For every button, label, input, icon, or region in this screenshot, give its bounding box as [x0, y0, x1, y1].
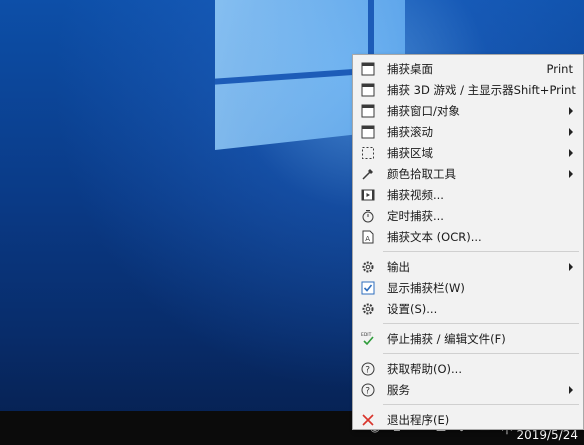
menu-item-label: 获取帮助(O)... — [387, 361, 462, 376]
gear-icon — [353, 256, 383, 277]
svg-text:?: ? — [365, 365, 370, 375]
menu-item[interactable]: 捕获视频... — [353, 184, 583, 205]
menu-item-label: 定时捕获... — [387, 208, 444, 223]
menu-item[interactable]: 捕获滚动 — [353, 121, 583, 142]
timer-icon — [353, 205, 383, 226]
menu-item-label: 捕获滚动 — [387, 124, 433, 139]
menu-separator — [353, 247, 583, 256]
menu-item-label: 退出程序(E) — [387, 412, 450, 427]
menu-item[interactable]: 设置(S)... — [353, 298, 583, 319]
window-icon — [353, 121, 383, 142]
menu-item[interactable]: 退出程序(E) — [353, 409, 583, 430]
svg-text:EDIT: EDIT — [361, 332, 372, 338]
submenu-arrow-icon — [569, 149, 573, 157]
menu-separator — [353, 349, 583, 358]
menu-item-shortcut: Print — [546, 61, 573, 76]
gear-icon — [353, 298, 383, 319]
close-icon — [353, 409, 383, 430]
menu-item[interactable]: A 捕获文本 (OCR)... — [353, 226, 583, 247]
menu-item[interactable]: 捕获桌面 Print — [353, 58, 583, 79]
menu-separator — [353, 400, 583, 409]
svg-text:?: ? — [365, 386, 370, 396]
eyedropper-icon — [353, 163, 383, 184]
menu-item[interactable]: ? 获取帮助(O)... — [353, 358, 583, 379]
edit-check-icon: EDIT — [353, 328, 383, 349]
help-icon: ? — [353, 379, 383, 400]
menu-item-label: 捕获区域 — [387, 145, 433, 160]
menu-item[interactable]: EDIT 停止捕获 / 编辑文件(F) — [353, 328, 583, 349]
menu-item-label: 输出 — [387, 259, 410, 274]
menu-separator — [353, 319, 583, 328]
menu-item[interactable]: 定时捕获... — [353, 205, 583, 226]
context-menu: 捕获桌面 Print 捕获 3D 游戏 / 主显示器 Shift+Print 捕获窗口/… — [352, 54, 584, 430]
menu-item-label: 捕获文本 (OCR)... — [387, 229, 482, 244]
menu-item-label: 显示捕获栏(W) — [387, 280, 465, 295]
menu-item[interactable]: 颜色拾取工具 — [353, 163, 583, 184]
window-icon — [353, 58, 383, 79]
menu-item[interactable]: 显示捕获栏(W) — [353, 277, 583, 298]
menu-item[interactable]: 捕获 3D 游戏 / 主显示器 Shift+Print — [353, 79, 583, 100]
submenu-arrow-icon — [569, 107, 573, 115]
submenu-arrow-icon — [569, 263, 573, 271]
menu-item-label: 停止捕获 / 编辑文件(F) — [387, 331, 506, 346]
svg-text:A: A — [365, 235, 370, 243]
menu-item[interactable]: 输出 — [353, 256, 583, 277]
submenu-arrow-icon — [569, 386, 573, 394]
menu-item-label: 颜色拾取工具 — [387, 166, 456, 181]
window-icon — [353, 79, 383, 100]
menu-item[interactable]: 捕获区域 — [353, 142, 583, 163]
menu-item-label: 捕获桌面 — [387, 61, 433, 76]
video-icon — [353, 184, 383, 205]
menu-item[interactable]: ? 服务 — [353, 379, 583, 400]
ocr-icon: A — [353, 226, 383, 247]
menu-item[interactable]: 捕获窗口/对象 — [353, 100, 583, 121]
dashed-region-icon — [353, 142, 383, 163]
menu-item-shortcut: Shift+Print — [513, 82, 576, 97]
checkbox-icon — [353, 277, 383, 298]
menu-item-label: 捕获 3D 游戏 / 主显示器 — [387, 82, 514, 97]
menu-item-label: 捕获视频... — [387, 187, 444, 202]
submenu-arrow-icon — [569, 170, 573, 178]
window-icon — [353, 100, 383, 121]
taskbar-clock[interactable]: 2019/5/24 — [516, 428, 578, 442]
help-icon: ? — [353, 358, 383, 379]
submenu-arrow-icon — [569, 128, 573, 136]
menu-item-label: 捕获窗口/对象 — [387, 103, 460, 118]
menu-item-label: 设置(S)... — [387, 301, 438, 316]
menu-item-label: 服务 — [387, 382, 410, 397]
